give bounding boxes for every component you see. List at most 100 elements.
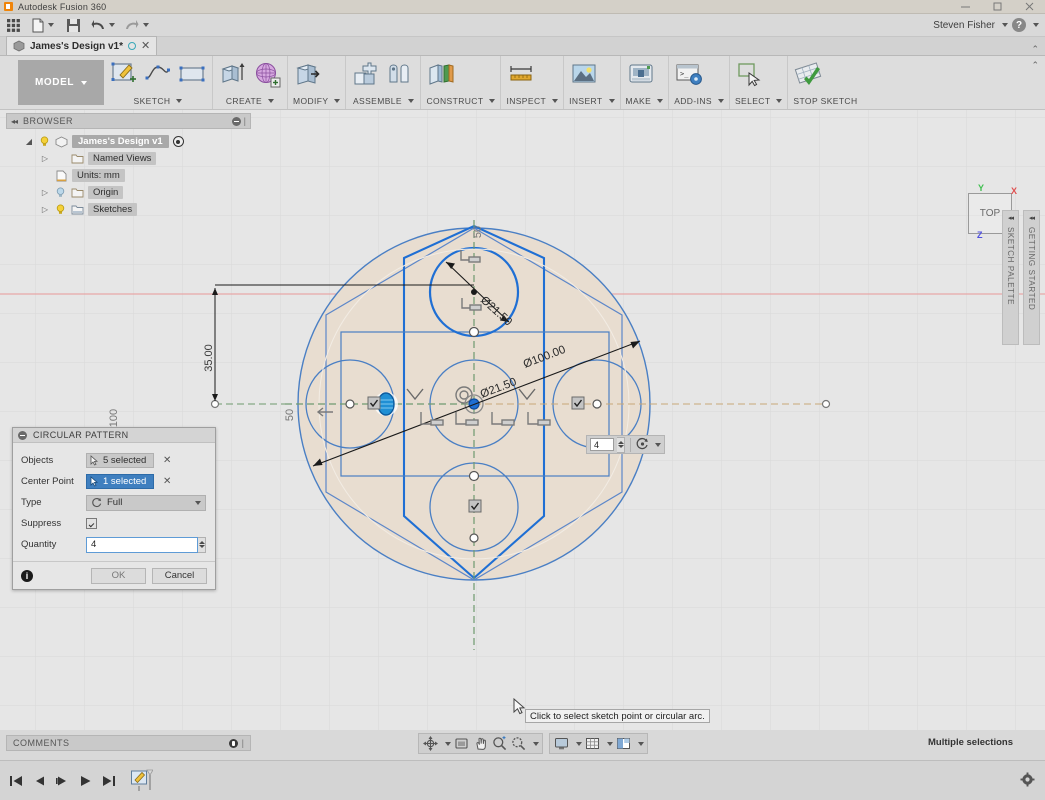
workspace-selector[interactable]: MODEL: [18, 60, 104, 105]
go-to-end-button[interactable]: [101, 773, 115, 789]
create-sketch-icon[interactable]: [109, 59, 139, 89]
stop-sketch-icon[interactable]: [793, 59, 823, 89]
3d-print-icon[interactable]: [626, 59, 656, 89]
dialog-collapse-icon[interactable]: [18, 430, 27, 440]
grid-caret-icon[interactable]: [602, 734, 614, 753]
expand-arrow-icon[interactable]: ▷: [40, 154, 50, 163]
play-button[interactable]: [78, 773, 92, 789]
quantity-stepper[interactable]: [198, 536, 206, 553]
tree-item-origin[interactable]: ▷ Origin: [6, 184, 251, 201]
visibility-bulb-icon[interactable]: [38, 136, 50, 148]
objects-clear-icon[interactable]: ✕: [163, 455, 171, 466]
app-grid-icon[interactable]: [0, 15, 26, 36]
workspace-caret-icon[interactable]: [81, 80, 88, 85]
expand-arrow-icon[interactable]: ◢: [24, 137, 34, 146]
display-caret-icon[interactable]: [571, 734, 583, 753]
new-component-icon[interactable]: [351, 59, 381, 89]
comments-panel[interactable]: COMMENTS |: [6, 735, 251, 751]
undo-button[interactable]: [86, 15, 120, 36]
sketch-feature-icon[interactable]: [131, 769, 153, 792]
browser-options-icon[interactable]: [231, 116, 241, 126]
getting-started-panel[interactable]: ◂◂ GETTING STARTED: [1023, 210, 1040, 345]
zoom-caret-icon[interactable]: [528, 734, 540, 753]
new-file-button[interactable]: [26, 15, 60, 36]
joint-icon[interactable]: [385, 59, 415, 89]
mesh-create-icon[interactable]: [252, 59, 282, 89]
visibility-bulb-icon[interactable]: [54, 187, 66, 199]
ribbon-panel-create-label[interactable]: CREATE: [218, 95, 282, 107]
inline-quantity-input[interactable]: 4: [590, 438, 614, 451]
modify-caret-icon[interactable]: [334, 99, 341, 103]
orbit-icon[interactable]: [421, 734, 440, 753]
offset-plane-icon[interactable]: [426, 59, 456, 89]
ribbon-panel-assemble-label[interactable]: ASSEMBLE: [351, 95, 415, 107]
minimize-button[interactable]: [949, 0, 981, 14]
tree-item-named-views[interactable]: ▷ Named Views: [6, 150, 251, 167]
center-point-selection-field[interactable]: 1 selected: [86, 474, 154, 489]
pan-icon[interactable]: [471, 734, 490, 753]
inspect-caret-icon[interactable]: [552, 99, 559, 103]
tree-item-design[interactable]: ◢ James's Design v1: [6, 133, 251, 150]
suppress-checkbox[interactable]: [86, 518, 97, 529]
spline-icon[interactable]: [143, 59, 173, 89]
activate-component-icon[interactable]: [172, 136, 184, 147]
step-back-button[interactable]: [32, 773, 46, 789]
extrude-icon[interactable]: [218, 59, 248, 89]
circular-pattern-icon[interactable]: [636, 437, 649, 453]
type-caret-icon[interactable]: [195, 500, 201, 505]
redo-button[interactable]: [120, 15, 154, 36]
viewports-caret-icon[interactable]: [633, 734, 645, 753]
maximize-button[interactable]: [981, 0, 1013, 14]
comments-resize-handle[interactable]: |: [242, 738, 244, 748]
type-dropdown[interactable]: Full: [86, 494, 206, 511]
ribbon-panel-construct-label[interactable]: CONSTRUCT: [426, 95, 496, 107]
browser-header[interactable]: ◂◂ BROWSER |: [6, 113, 251, 129]
grid-snap-icon[interactable]: [583, 734, 602, 753]
zoom-icon[interactable]: [490, 734, 509, 753]
go-to-beginning-button[interactable]: [9, 773, 23, 789]
create-caret-icon[interactable]: [268, 99, 275, 103]
press-pull-icon[interactable]: [293, 59, 323, 89]
browser-collapse-icon[interactable]: ◂◂: [11, 117, 18, 126]
info-icon[interactable]: i: [21, 569, 33, 582]
getting-started-collapse-icon[interactable]: ◂◂: [1029, 214, 1035, 222]
comments-options-icon[interactable]: [228, 738, 238, 748]
construct-caret-icon[interactable]: [489, 99, 496, 103]
ribbon-panel-stop-sketch-label[interactable]: STOP SKETCH: [793, 95, 857, 107]
sketch-caret-icon[interactable]: [176, 99, 183, 103]
browser-resize-handle[interactable]: |: [244, 116, 246, 126]
make-caret-icon[interactable]: [657, 99, 664, 103]
timeline-settings-icon[interactable]: [1020, 772, 1035, 790]
rectangle-icon[interactable]: [177, 59, 207, 89]
cancel-button[interactable]: Cancel: [152, 567, 207, 584]
center-point-clear-icon[interactable]: ✕: [163, 476, 171, 487]
step-forward-button[interactable]: [55, 773, 69, 789]
ribbon-panel-select-label[interactable]: SELECT: [735, 95, 783, 107]
pan-look-icon[interactable]: [452, 734, 471, 753]
ribbon-panel-addins-label[interactable]: ADD-INS: [674, 95, 724, 107]
quantity-input[interactable]: 4: [86, 536, 198, 553]
ribbon-panel-insert-label[interactable]: INSERT: [569, 95, 615, 107]
ribbon-collapse-icon[interactable]: ⌃: [1025, 56, 1045, 109]
ok-button[interactable]: OK: [91, 567, 146, 584]
ribbon-panel-stop-sketch[interactable]: STOP SKETCH: [788, 56, 862, 109]
help-caret-icon[interactable]: [1033, 23, 1039, 27]
circular-pattern-caret-icon[interactable]: [655, 442, 661, 447]
assemble-caret-icon[interactable]: [407, 99, 414, 103]
undo-caret-icon[interactable]: [109, 23, 115, 27]
orbit-caret-icon[interactable]: [440, 734, 452, 753]
select-icon[interactable]: [735, 59, 765, 89]
dialog-header[interactable]: CIRCULAR PATTERN: [13, 428, 215, 443]
insert-caret-icon[interactable]: [608, 99, 615, 103]
ribbon-panel-inspect-label[interactable]: INSPECT: [506, 95, 559, 107]
scripts-addins-icon[interactable]: >_: [674, 59, 704, 89]
tree-item-sketches[interactable]: ▷ Sketches: [6, 201, 251, 218]
addins-caret-icon[interactable]: [717, 99, 724, 103]
inline-quantity-widget[interactable]: 4: [586, 435, 665, 454]
document-tab[interactable]: James's Design v1* ✕: [6, 36, 158, 55]
document-tab-close-icon[interactable]: ✕: [141, 40, 150, 52]
display-settings-icon[interactable]: [552, 734, 571, 753]
expand-arrow-icon[interactable]: ▷: [40, 205, 50, 214]
measure-icon[interactable]: [506, 59, 536, 89]
tree-item-units[interactable]: Units: mm: [6, 167, 251, 184]
